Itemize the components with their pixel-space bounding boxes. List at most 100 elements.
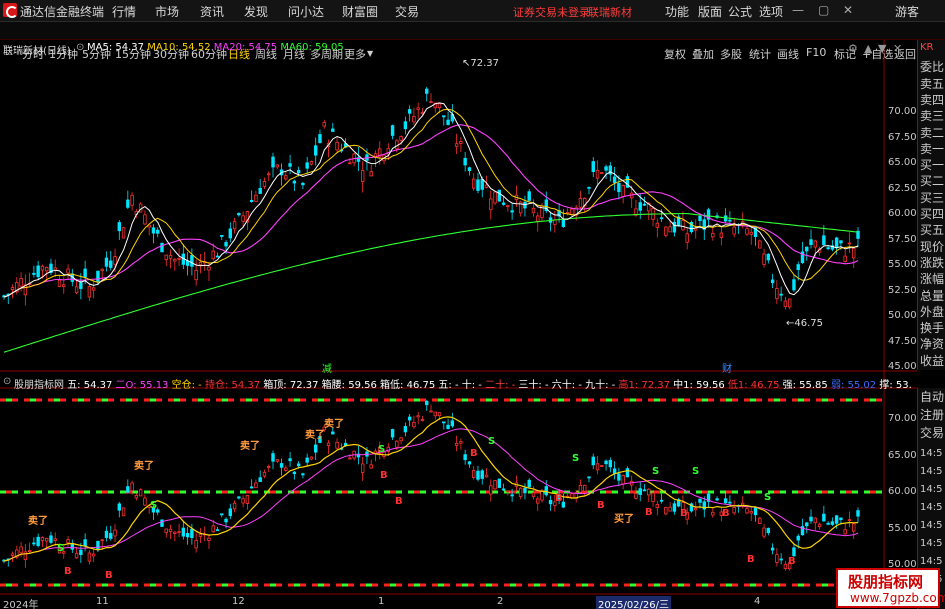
ind-candle-body (621, 475, 625, 485)
ind-candle-body (471, 470, 476, 478)
up-icon[interactable]: ▲ (864, 42, 872, 55)
price-candle-body (685, 233, 689, 243)
price-tick: 55.00 (888, 259, 917, 270)
b-signal: B (395, 496, 403, 507)
ind-candle-body (792, 547, 796, 557)
ind-candle-body (121, 507, 126, 517)
ind-candle-body (87, 552, 92, 562)
indicator-value: 二O: 55.13 (115, 380, 172, 391)
kline-chart[interactable] (0, 0, 945, 609)
sell-signal-label: 卖了 (134, 461, 154, 472)
indicator-name: 股朋指标网 (14, 380, 68, 391)
price-candle-body (561, 219, 566, 228)
quote-field-label: 外盘 (920, 304, 945, 319)
s-signal: S (488, 436, 496, 447)
ind-candle-body (49, 535, 53, 543)
ind-candle-body (335, 441, 339, 449)
price-candle-body (489, 198, 493, 211)
indicator-value: 箱腰: 59.56 (321, 380, 381, 391)
indicator-value: 撑: 53. (879, 380, 912, 391)
ind-candle-body (224, 518, 228, 523)
price-candle-body (79, 282, 83, 289)
ind-candle-body (612, 468, 617, 474)
ind-candle-body (642, 489, 647, 492)
price-tick: 62.50 (888, 182, 917, 194)
ind-candle-body (608, 460, 613, 468)
ind-candle-body (138, 489, 143, 497)
legend-toggle-icon[interactable]: ⊙ (76, 42, 84, 53)
price-candle-body (412, 116, 416, 123)
trade-link[interactable]: 自动 (920, 388, 944, 405)
indicator-value: 五: - (438, 380, 462, 391)
ind-candle-body (437, 412, 442, 417)
event-jian[interactable]: 减 (322, 360, 332, 375)
ind-candle-body (254, 482, 258, 489)
ind-candle-body (510, 494, 514, 497)
price-candle-body (177, 257, 181, 260)
ind-candle-body (817, 523, 822, 528)
ind-candle-body (27, 550, 32, 552)
price-candle-body (215, 255, 220, 258)
indicator-value: 弱: 55.02 (830, 380, 880, 391)
settings-icon[interactable]: ⚙ (848, 42, 858, 55)
ind-candle-body (694, 507, 698, 511)
ind-candle-body (113, 529, 117, 537)
price-candle-body (109, 260, 113, 268)
ind-candle-body (245, 495, 250, 504)
ind-candle-body (796, 535, 800, 541)
trade-link[interactable]: 注册 (920, 406, 944, 423)
sell-signal-label: 卖了 (28, 516, 48, 527)
ind-candle-body (301, 473, 305, 476)
s-signal: S (150, 500, 158, 511)
ind-candle-body (625, 468, 630, 478)
price-candle-body (194, 269, 198, 281)
ind-ma20-line (3, 428, 859, 562)
time-label: 4 (754, 596, 761, 607)
pane-close-icon[interactable]: ✕ (893, 42, 902, 55)
price-candle-body (459, 141, 463, 144)
ind-candle-body (442, 421, 446, 424)
price-candle-body (399, 136, 403, 141)
ind-candle-body (728, 501, 732, 504)
ind-candle-body (651, 492, 655, 502)
ind-candle-body (587, 476, 591, 479)
ind-candle-body (659, 499, 664, 502)
ma20-label: MA20: 54.75 (213, 42, 278, 53)
indicator-tick: 65.00 (888, 449, 917, 461)
price-candle-body (591, 161, 595, 173)
ind-candle-body (173, 531, 177, 534)
price-candle-body (847, 242, 852, 245)
s-signal: S (764, 492, 772, 503)
price-candle-body (249, 200, 254, 202)
ind-candle-body (395, 440, 399, 448)
down-icon[interactable]: ▼ (878, 42, 886, 55)
trade-link[interactable]: 交易 (920, 424, 944, 441)
ind-candle-body (399, 437, 403, 442)
price-candle-body (156, 229, 160, 234)
indicator-value: 强: 55.85 (782, 380, 831, 391)
price-candle-body (322, 122, 326, 127)
price-candle-body (262, 181, 267, 187)
price-candle-body (160, 242, 164, 253)
price-candle-body (809, 239, 813, 246)
ind-candle-body (454, 443, 459, 446)
price-candle-body (442, 115, 446, 118)
ind-candle-body (459, 441, 463, 444)
indicator-toggle-icon[interactable]: ⊙ (3, 376, 11, 387)
price-candle-body (454, 143, 459, 147)
price-candle-body (523, 201, 527, 209)
price-candle-body (745, 228, 749, 235)
price-candle-body (770, 279, 775, 283)
b-signal: B (64, 566, 72, 577)
ind-candle-body (822, 513, 826, 522)
ind-candle-body (237, 496, 241, 499)
ind-candle-body (164, 528, 168, 533)
price-candle-body (655, 222, 660, 228)
price-candle-body (638, 202, 642, 211)
price-tick: 67.50 (888, 131, 917, 143)
price-candle-body (484, 184, 489, 188)
ind-candle-body (497, 478, 502, 488)
event-cai[interactable]: 财 (722, 360, 732, 375)
ind-candle-body (711, 511, 715, 516)
indicator-legend: 股朋指标网 五: 54.37 二O: 55.13 空仓: - 持仓: 54.37… (14, 376, 912, 391)
